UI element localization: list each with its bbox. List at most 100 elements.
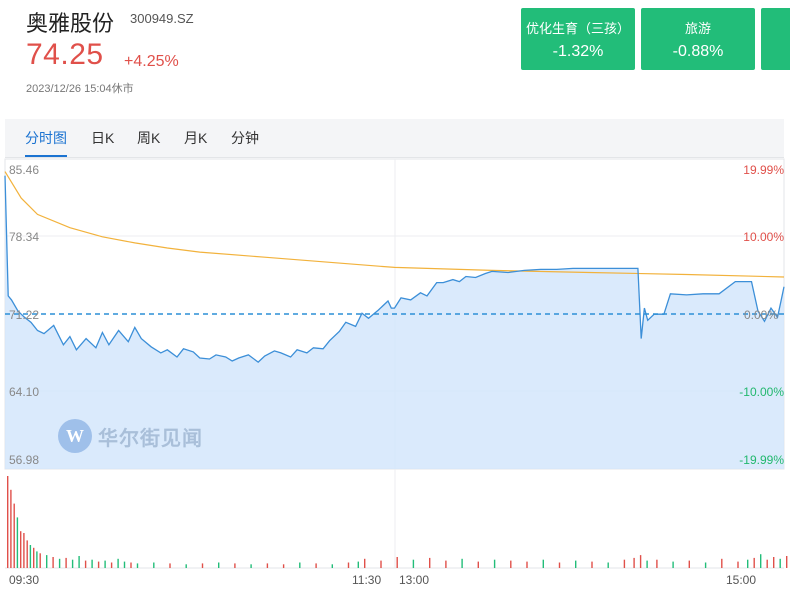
volume-bar <box>234 563 236 568</box>
sector-name: 旅游 <box>684 21 711 36</box>
volume-bar <box>633 557 635 568</box>
volume-bar <box>26 540 28 568</box>
volume-bar <box>477 561 479 568</box>
stock-code: 300949.SZ <box>130 11 194 26</box>
volume-bar <box>688 560 690 568</box>
volume-bar <box>493 559 496 568</box>
y-tick-right: 0.00% <box>744 308 778 322</box>
volume-bar <box>169 563 171 568</box>
volume-bar <box>78 556 80 568</box>
volume-bar <box>646 560 648 568</box>
chart-tabbar: 分时图 日K 周K 月K 分钟 <box>5 119 784 158</box>
volume-bar <box>347 562 350 568</box>
volume-bar <box>218 562 220 568</box>
volume-bar <box>36 551 38 568</box>
volume-bar <box>510 560 512 568</box>
volume-bar <box>23 533 25 568</box>
tab-minute[interactable]: 分钟 <box>231 119 259 156</box>
volume-bar <box>607 562 609 568</box>
current-price: 74.25 <box>26 38 104 71</box>
sector-change: -1.32% <box>552 43 604 60</box>
volume-bar <box>558 562 561 568</box>
volume-bar <box>737 561 739 568</box>
volume-bar <box>380 560 382 568</box>
volume-bar <box>117 558 119 568</box>
volume-bar <box>29 545 32 568</box>
sector-name: 优化生育（三孩） <box>525 21 630 36</box>
x-tick: 15:00 <box>726 573 756 587</box>
volume-bar <box>10 489 12 568</box>
volume-bar <box>656 559 658 568</box>
volume-bar <box>46 555 48 568</box>
volume-bar <box>7 476 9 568</box>
y-tick-left: 71.22 <box>9 308 39 322</box>
y-tick-left: 64.10 <box>9 385 39 399</box>
volume-bar <box>136 563 139 568</box>
x-tick: 09:30 <box>9 573 39 587</box>
volume-bar <box>779 558 781 568</box>
volume-bar <box>84 560 87 568</box>
volume-bar <box>315 563 317 568</box>
volume-bar <box>672 561 674 568</box>
volume-bar <box>331 564 333 568</box>
volume-bar <box>623 559 626 568</box>
volume-bar <box>250 564 252 568</box>
y-tick-right: -10.00% <box>739 385 784 399</box>
volume-bar <box>760 554 762 568</box>
volume-bar <box>412 559 415 568</box>
volume-bar <box>542 559 544 568</box>
tab-daily-k[interactable]: 日K <box>91 119 114 156</box>
sector-change: -0.88% <box>672 43 724 60</box>
volume-bar <box>575 560 577 568</box>
volume-bar <box>364 558 366 568</box>
volume-bar <box>639 555 642 568</box>
price-change-percent: +4.25% <box>124 53 179 70</box>
volume-bar <box>13 503 15 568</box>
volume-bar <box>20 531 22 568</box>
y-tick-right: -19.99% <box>739 453 784 467</box>
sector-card-optimized-birth[interactable]: 优化生育（三孩） -1.32% <box>521 8 635 70</box>
volume-bar <box>396 557 398 568</box>
volume-bars <box>7 476 788 568</box>
sector-card-partial[interactable] <box>761 8 790 70</box>
volume-bar <box>704 562 707 568</box>
volume-bar <box>130 562 132 568</box>
volume-bar <box>39 553 41 568</box>
volume-bar <box>721 558 723 568</box>
wallstreetcn-logo-icon: W <box>58 419 92 453</box>
volume-bar <box>91 559 93 568</box>
watermark-text: 华尔街见闻 <box>98 427 203 450</box>
x-tick: 13:00 <box>399 573 429 587</box>
volume-bar <box>16 517 19 568</box>
intraday-chart: 85.46 78.34 71.22 64.10 56.98 19.99% 10.… <box>4 158 788 587</box>
volume-bar <box>104 560 106 568</box>
y-tick-left: 85.46 <box>9 163 39 177</box>
volume-bar <box>786 556 788 568</box>
volume-bar <box>445 560 447 568</box>
tab-weekly-k[interactable]: 周K <box>137 119 160 156</box>
volume-bar <box>357 561 359 568</box>
x-tick: 11:30 <box>352 573 381 587</box>
volume-bar <box>753 557 755 568</box>
volume-bar <box>429 557 431 568</box>
volume-bar <box>153 562 155 568</box>
volume-bar <box>461 558 463 568</box>
y-tick-right: 10.00% <box>743 230 784 244</box>
tab-timeshare[interactable]: 分时图 <box>25 119 67 157</box>
volume-bar <box>185 564 187 568</box>
watermark: W 华尔街见闻 <box>58 418 203 454</box>
volume-bar <box>201 563 204 568</box>
volume-bar <box>58 558 61 568</box>
volume-bar <box>299 562 301 568</box>
sector-card-tourism[interactable]: 旅游 -0.88% <box>641 8 755 70</box>
volume-bar <box>591 561 593 568</box>
volume-bar <box>747 559 749 568</box>
tab-monthly-k[interactable]: 月K <box>184 119 207 156</box>
volume-bar <box>282 564 285 568</box>
volume-bar <box>526 561 528 568</box>
volume-bar <box>766 559 768 568</box>
y-tick-left: 56.98 <box>9 453 39 467</box>
volume-bar <box>110 562 113 568</box>
volume-bar <box>33 547 35 568</box>
volume-bar <box>71 559 74 568</box>
